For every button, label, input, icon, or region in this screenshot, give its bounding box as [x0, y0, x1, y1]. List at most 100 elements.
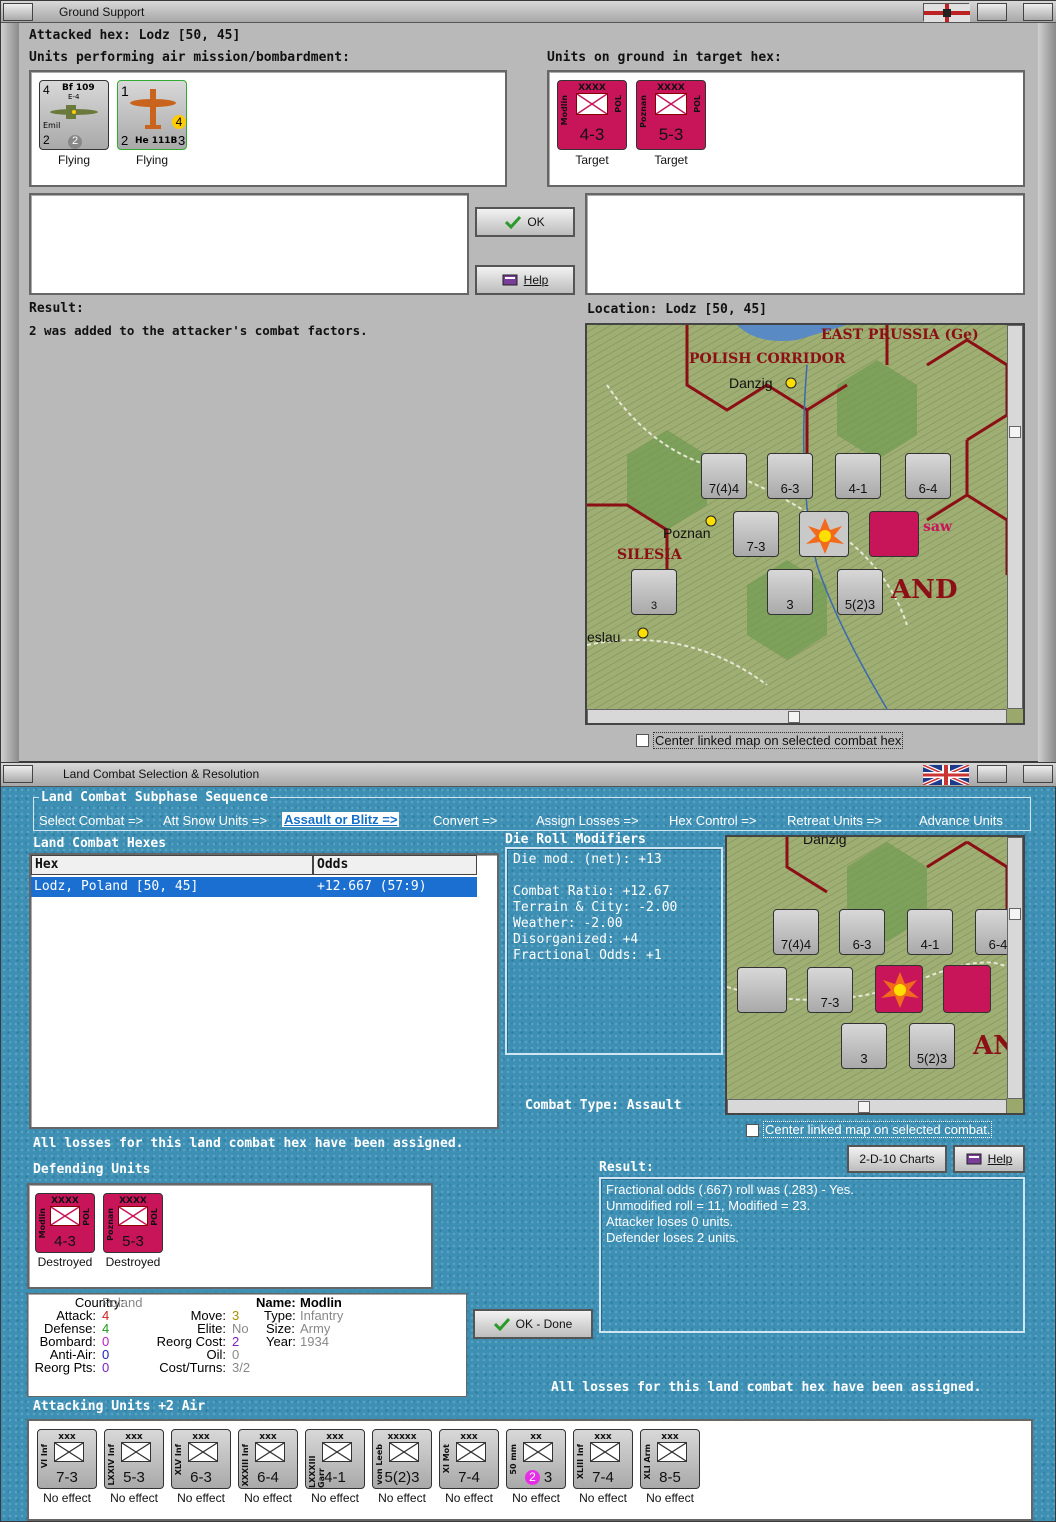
- germany-flag-icon: [923, 3, 970, 22]
- seq-select-combat[interactable]: Select Combat =>: [39, 813, 143, 828]
- close-button[interactable]: [1023, 3, 1053, 21]
- map-counter[interactable]: 6-3: [767, 453, 813, 499]
- close-button[interactable]: [1023, 765, 1053, 783]
- air-units-label: Units performing air mission/bombardment…: [29, 50, 350, 65]
- map-counter[interactable]: 7(4)4: [773, 909, 819, 955]
- combat-hex-counter[interactable]: [799, 511, 849, 557]
- map-counter[interactable]: 3: [767, 569, 813, 615]
- attacker-status: No effect: [244, 1491, 292, 1505]
- attacker-counter[interactable]: xxx LXXXIII Garr 4-1: [305, 1429, 365, 1489]
- warsaw-counter[interactable]: [869, 511, 919, 557]
- table-row[interactable]: Lodz, Poland [50, 45] +12.667 (57:9): [31, 877, 477, 897]
- vscroll-thumb[interactable]: [1009, 908, 1021, 920]
- map-hscrollbar[interactable]: [727, 1099, 1007, 1113]
- help-book-icon: [966, 1153, 982, 1165]
- air-unit-stat: 2: [121, 133, 129, 148]
- attacker-counter[interactable]: xxx XXXIII Inf 6-4: [238, 1429, 298, 1489]
- land-combat-titlebar[interactable]: Land Combat Selection & Resolution: [1, 763, 1056, 787]
- col-hex-header[interactable]: Hex: [31, 855, 313, 875]
- unit-type-icon: [255, 1442, 285, 1462]
- sequence-label: Land Combat Subphase Sequence: [39, 790, 270, 805]
- ok-done-button[interactable]: OK - Done: [473, 1309, 593, 1339]
- help-label: Help: [523, 273, 549, 287]
- attacker-status: No effect: [43, 1491, 91, 1505]
- map-counter-value: 6-3: [852, 937, 872, 952]
- window-menu-button[interactable]: [3, 765, 33, 783]
- unit-value: 5-3: [123, 1469, 145, 1486]
- unit-size: xxx: [125, 1432, 143, 1442]
- attacker-counter[interactable]: xx 50 mm 2 3: [506, 1429, 566, 1489]
- map-counter[interactable]: 4-1: [835, 453, 881, 499]
- map-counter-value: 3: [786, 597, 794, 612]
- map-counter[interactable]: 6-4: [905, 453, 951, 499]
- hscroll-thumb[interactable]: [858, 1101, 870, 1113]
- unit-type-icon: [322, 1442, 352, 1462]
- charts-button[interactable]: 2-D-10 Charts: [847, 1145, 947, 1173]
- modlin-counter[interactable]: XXXX Modlin POL 4-3: [557, 80, 627, 150]
- bf109-counter[interactable]: 4 Bf 109 E-4 Emil 2 2: [39, 80, 109, 150]
- modlin-counter[interactable]: XXXX Modlin POL 4-3: [35, 1193, 95, 1253]
- bf109-map-counter[interactable]: [737, 967, 787, 1013]
- poznan-counter[interactable]: XXXX Poznan POL 5-3: [636, 80, 706, 150]
- seq-assault-or-blitz[interactable]: Assault or Blitz =>: [282, 812, 400, 827]
- air-unit-status: Flying: [57, 153, 90, 167]
- seq-att-snow-units[interactable]: Att Snow Units =>: [163, 813, 267, 828]
- minimize-button[interactable]: [977, 765, 1007, 783]
- seq-hex-control[interactable]: Hex Control =>: [669, 813, 756, 828]
- map-counter[interactable]: 7-3: [733, 511, 779, 557]
- result-label: Result:: [599, 1160, 654, 1175]
- vscroll-thumb[interactable]: [1009, 426, 1021, 438]
- attacker-counter[interactable]: xxx XLI Arm 8-5: [640, 1429, 700, 1489]
- attacker-counter[interactable]: xxx XI Mot 7-4: [439, 1429, 499, 1489]
- map-counter[interactable]: 7-3: [807, 967, 853, 1013]
- help-button[interactable]: Help: [953, 1145, 1025, 1173]
- poznan-counter[interactable]: XXXX Poznan POL 5-3: [103, 1193, 163, 1253]
- attacker-counter[interactable]: xxx XLV Inf 6-3: [171, 1429, 231, 1489]
- map-counter[interactable]: 6-3: [839, 909, 885, 955]
- map-counter[interactable]: 5(2)3: [909, 1023, 955, 1069]
- stuka-counter[interactable]: 3: [631, 569, 677, 615]
- seq-convert[interactable]: Convert =>: [433, 813, 497, 828]
- seq-retreat-units[interactable]: Retreat Units =>: [787, 813, 882, 828]
- he111-counter[interactable]: 1 4 2 He 111B 3: [117, 80, 187, 150]
- seq-assign-losses[interactable]: Assign Losses =>: [536, 813, 639, 828]
- attacker-counter[interactable]: xxx XLIII Inf 7-4: [573, 1429, 633, 1489]
- map-counter[interactable]: 7(4)4: [701, 453, 747, 499]
- minimize-button[interactable]: [977, 3, 1007, 21]
- unit-size: xxxxx: [387, 1432, 417, 1442]
- air-unit-stat: 4: [43, 83, 50, 97]
- center-map-checkbox[interactable]: [746, 1124, 759, 1137]
- map-hscrollbar[interactable]: [587, 709, 1007, 723]
- ground-units-label: Units on ground in target hex:: [547, 50, 782, 65]
- result-text: 2 was added to the attacker's combat fac…: [29, 323, 368, 338]
- map-label-silesia: SILESIA: [617, 547, 682, 563]
- map-vscrollbar[interactable]: [1007, 325, 1023, 709]
- linked-map-2[interactable]: Danzig AN 7(4)4 6-3 4-1 6-4 7-3 3 5(2)3: [725, 835, 1025, 1115]
- map-vscrollbar[interactable]: [1007, 837, 1023, 1099]
- infantry-symbol-icon: [655, 93, 687, 115]
- air-unit-status: Flying: [135, 153, 168, 167]
- combat-hex-counter[interactable]: [875, 965, 923, 1013]
- center-map-checkbox[interactable]: [636, 734, 649, 747]
- seq-advance-units[interactable]: Advance Units: [919, 813, 1003, 828]
- ok-button[interactable]: OK: [475, 207, 575, 237]
- help-button[interactable]: Help: [475, 265, 575, 295]
- combat-type: Combat Type: Assault: [525, 1098, 682, 1113]
- ground-support-titlebar[interactable]: Ground Support: [1, 1, 1056, 23]
- col-odds-header[interactable]: Odds: [313, 855, 477, 875]
- map-counter[interactable]: 4-1: [907, 909, 953, 955]
- hscroll-thumb[interactable]: [788, 711, 800, 723]
- warsaw-counter[interactable]: [943, 965, 991, 1013]
- attacker-counter[interactable]: xxxxx von Leeb 5(2)3: [372, 1429, 432, 1489]
- air-unit-pilot: Emil: [43, 121, 61, 130]
- map-counter-value: 3: [650, 600, 658, 612]
- linked-map[interactable]: EAST PRUSSIA (Ge) POLISH CORRIDOR Danzig…: [585, 323, 1025, 725]
- unit-value: 6-4: [257, 1469, 279, 1486]
- modifier-line: Terrain & City: -2.00: [513, 900, 678, 915]
- location-label: Location: Lodz [50, 45]: [587, 302, 768, 317]
- map-counter[interactable]: 5(2)3: [837, 569, 883, 615]
- map-counter[interactable]: 3: [841, 1023, 887, 1069]
- attacker-counter[interactable]: xxx LXXIV Inf 5-3: [104, 1429, 164, 1489]
- attacker-counter[interactable]: xxx VI Inf 7-3: [37, 1429, 97, 1489]
- window-menu-button[interactable]: [3, 3, 33, 21]
